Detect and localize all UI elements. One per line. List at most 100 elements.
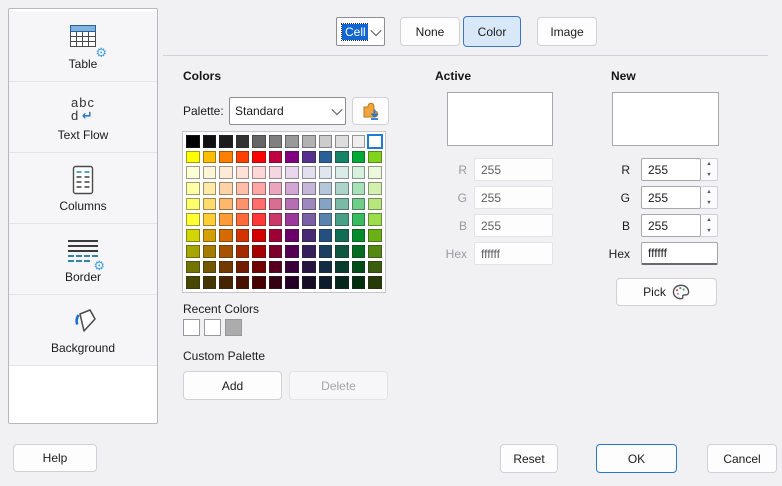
palette-swatch[interactable] [186, 135, 200, 148]
palette-swatch[interactable] [318, 229, 333, 242]
palette-swatch[interactable] [235, 229, 250, 242]
palette-swatch[interactable] [351, 244, 366, 258]
ok-button[interactable]: OK [596, 444, 677, 473]
palette-swatch[interactable] [252, 150, 266, 164]
palette-swatch[interactable] [202, 135, 217, 148]
palette-swatch[interactable] [318, 182, 333, 195]
palette-swatch[interactable] [235, 166, 250, 180]
palette-swatch[interactable] [202, 150, 217, 164]
pick-color-button[interactable]: Pick [616, 278, 717, 306]
recent-color-swatch[interactable] [225, 319, 242, 336]
palette-swatch[interactable] [351, 276, 366, 289]
palette-swatch[interactable] [285, 229, 300, 242]
palette-swatch[interactable] [202, 182, 217, 195]
palette-swatch[interactable] [219, 197, 233, 211]
palette-swatch[interactable] [351, 150, 366, 164]
palette-swatch[interactable] [202, 260, 217, 274]
palette-swatch[interactable] [186, 244, 200, 258]
palette-swatch[interactable] [219, 182, 233, 195]
palette-swatch[interactable] [186, 229, 200, 242]
spin-down-button[interactable]: ▼ [701, 198, 717, 209]
palette-swatch[interactable] [235, 276, 250, 289]
palette-swatch[interactable] [186, 213, 200, 227]
palette-swatch[interactable] [351, 260, 366, 274]
palette-swatch[interactable] [318, 244, 333, 258]
palette-swatch[interactable] [202, 244, 217, 258]
palette-swatch[interactable] [318, 213, 333, 227]
sidebar-item-background[interactable]: Background [9, 295, 157, 366]
fill-image-button[interactable]: Image [537, 17, 597, 46]
palette-swatch[interactable] [335, 150, 349, 164]
palette-swatch[interactable] [268, 182, 283, 195]
palette-swatch[interactable] [351, 182, 366, 195]
palette-swatch[interactable] [235, 182, 250, 195]
palette-swatch[interactable] [252, 135, 266, 148]
palette-swatch[interactable] [302, 135, 316, 148]
palette-swatch[interactable] [302, 182, 316, 195]
palette-swatch[interactable] [368, 244, 382, 258]
palette-swatch[interactable] [235, 244, 250, 258]
palette-swatch[interactable] [252, 276, 266, 289]
palette-swatch[interactable] [186, 260, 200, 274]
palette-swatch[interactable] [368, 260, 382, 274]
sidebar-item-columns[interactable]: Columns [9, 153, 157, 224]
palette-swatch[interactable] [219, 166, 233, 180]
palette-swatch[interactable] [252, 244, 266, 258]
palette-swatch[interactable] [268, 244, 283, 258]
palette-swatch[interactable] [285, 260, 300, 274]
palette-swatch[interactable] [252, 260, 266, 274]
palette-swatch[interactable] [335, 244, 349, 258]
palette-swatch[interactable] [318, 197, 333, 211]
palette-select[interactable]: Standard [229, 97, 346, 125]
palette-swatch[interactable] [186, 166, 200, 180]
palette-swatch[interactable] [318, 260, 333, 274]
palette-swatch[interactable] [335, 135, 349, 148]
palette-swatch[interactable] [186, 182, 200, 195]
palette-swatch[interactable] [252, 197, 266, 211]
palette-swatch[interactable] [285, 166, 300, 180]
palette-swatch[interactable] [202, 166, 217, 180]
palette-swatch[interactable] [368, 166, 382, 180]
palette-swatch[interactable] [219, 229, 233, 242]
palette-swatch[interactable] [268, 197, 283, 211]
palette-swatch[interactable] [351, 197, 366, 211]
palette-swatch[interactable] [302, 166, 316, 180]
palette-swatch[interactable] [335, 213, 349, 227]
palette-swatch[interactable] [302, 276, 316, 289]
palette-swatch[interactable] [368, 213, 382, 227]
palette-swatch[interactable] [268, 213, 283, 227]
palette-swatch[interactable] [268, 229, 283, 242]
palette-swatch[interactable] [268, 135, 283, 148]
palette-swatch[interactable] [368, 150, 382, 164]
palette-swatch[interactable] [235, 150, 250, 164]
palette-swatch[interactable] [368, 276, 382, 289]
spin-down-button[interactable]: ▼ [701, 170, 717, 181]
palette-swatch[interactable] [268, 260, 283, 274]
palette-swatch[interactable] [318, 135, 333, 148]
palette-swatch[interactable] [302, 197, 316, 211]
palette-swatch[interactable] [202, 213, 217, 227]
palette-swatch[interactable] [186, 276, 200, 289]
spin-up-button[interactable]: ▲ [701, 187, 717, 198]
palette-swatch[interactable] [351, 213, 366, 227]
palette-swatch[interactable] [202, 197, 217, 211]
palette-swatch[interactable] [351, 135, 366, 148]
palette-swatch[interactable] [285, 135, 300, 148]
palette-swatch[interactable] [335, 197, 349, 211]
palette-swatch[interactable] [285, 213, 300, 227]
reset-button[interactable]: Reset [500, 444, 558, 473]
palette-swatch[interactable] [302, 213, 316, 227]
palette-swatch[interactable] [285, 197, 300, 211]
palette-swatch[interactable] [252, 182, 266, 195]
sidebar-item-text-flow[interactable]: abc d ↵ Text Flow [9, 82, 157, 153]
spin-down-button[interactable]: ▼ [701, 226, 717, 237]
palette-swatch[interactable] [335, 260, 349, 274]
spin-up-button[interactable]: ▲ [701, 215, 717, 226]
recent-color-swatch[interactable] [183, 319, 200, 336]
palette-swatch[interactable] [219, 135, 233, 148]
palette-swatch[interactable] [302, 260, 316, 274]
palette-swatch[interactable] [285, 244, 300, 258]
palette-swatch[interactable] [268, 150, 283, 164]
palette-swatch[interactable] [219, 260, 233, 274]
fill-color-button[interactable]: Color [463, 16, 521, 47]
